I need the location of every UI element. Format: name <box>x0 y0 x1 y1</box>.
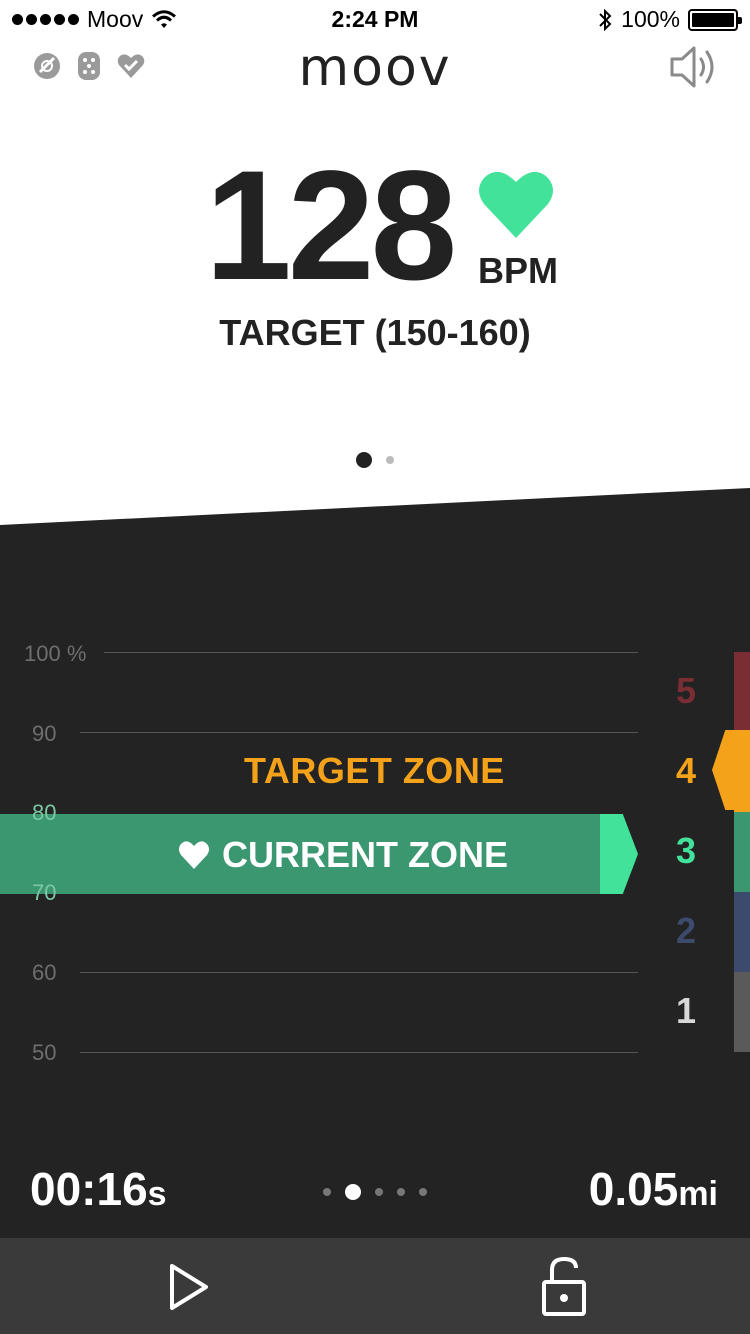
zone-number-1: 1 <box>675 990 697 1031</box>
bluetooth-icon <box>599 8 612 31</box>
page-dot[interactable] <box>386 456 394 464</box>
target-zone-label: TARGET ZONE <box>244 750 505 791</box>
distance-unit: mi <box>678 1175 718 1213</box>
zone-bar-1 <box>734 972 750 1052</box>
grid-line <box>80 1052 638 1053</box>
distance: 0.05mi <box>589 1162 718 1216</box>
current-zone: CURRENT ZONE <box>178 834 508 876</box>
zone-bar-5 <box>734 652 750 732</box>
distance-value: 0.05 <box>588 1163 679 1215</box>
zone-number-4: 4 <box>675 750 697 791</box>
battery-percent: 100% <box>621 6 680 32</box>
page-dot-active[interactable] <box>356 452 372 468</box>
zone-bar-2 <box>734 892 750 972</box>
page-dot[interactable] <box>397 1188 405 1196</box>
target-range: TARGET (150-160) <box>219 312 531 353</box>
page-indicator-top[interactable] <box>0 452 750 468</box>
page-dot[interactable] <box>419 1188 427 1196</box>
zone-number-3: 3 <box>675 830 697 871</box>
axis-label: 100 % <box>24 641 87 666</box>
status-bar: Moov 2:24 PM 100% <box>0 0 750 40</box>
speaker-icon[interactable] <box>668 44 720 90</box>
axis-label: 70 <box>32 880 57 905</box>
page-dot[interactable] <box>375 1188 383 1196</box>
axis-label: 60 <box>32 960 57 985</box>
heart-icon <box>479 171 553 238</box>
battery-icon <box>688 8 742 31</box>
page-dot[interactable] <box>323 1188 331 1196</box>
axis-label: 50 <box>32 1040 57 1065</box>
current-zone-label: CURRENT ZONE <box>222 834 508 875</box>
bottom-toolbar <box>0 1238 750 1334</box>
status-right: 100% <box>597 6 742 33</box>
zone-bar-3 <box>734 812 750 892</box>
zone-number-5: 5 <box>675 670 697 711</box>
grid-line <box>80 732 638 733</box>
unlock-icon[interactable] <box>538 1256 590 1318</box>
play-icon[interactable] <box>162 1262 214 1312</box>
axis-label: 80 <box>32 800 57 825</box>
grid-line <box>104 652 638 653</box>
axis-label: 90 <box>32 721 57 746</box>
app-logo: moov <box>298 38 452 98</box>
bpm-unit: BPM <box>478 250 558 291</box>
heart-icon <box>179 841 209 869</box>
bpm-value: 128 <box>205 139 457 313</box>
zone-number-2: 2 <box>675 910 697 951</box>
grid-line <box>80 972 638 973</box>
page-dot-active[interactable] <box>345 1184 361 1200</box>
